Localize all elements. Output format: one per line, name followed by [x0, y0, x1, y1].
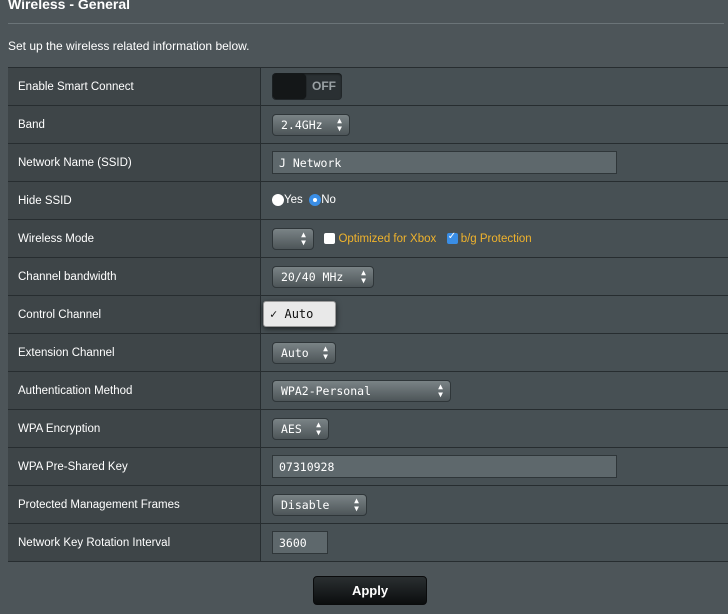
- checkmark-icon: ✓: [270, 307, 278, 321]
- updown-arrow-icon: ▲ ▼: [323, 343, 328, 361]
- extension-channel-value: Auto: [281, 345, 309, 360]
- extension-channel-select[interactable]: Auto ▲ ▼: [272, 341, 336, 364]
- auth-method-select[interactable]: WPA2-Personal ▲ ▼: [272, 379, 451, 402]
- ssid-input[interactable]: J Network: [272, 151, 617, 174]
- wpa-encryption-select[interactable]: AES ▲ ▼: [272, 417, 329, 440]
- wireless-mode-select[interactable]: ▲ ▼: [272, 227, 314, 250]
- label-auth-method: Authentication Method: [8, 371, 261, 410]
- row-smart-connect: Enable Smart Connect OFF: [8, 67, 728, 106]
- row-band: Band 2.4GHz ▲ ▼: [8, 105, 728, 144]
- key-rotation-input[interactable]: 3600: [272, 531, 328, 554]
- row-wpa-encryption: WPA Encryption AES ▲ ▼: [8, 409, 728, 448]
- row-auth-method: Authentication Method WPA2-Personal ▲ ▼: [8, 371, 728, 410]
- row-wireless-mode: Wireless Mode ▲▼ Optimized for Xbox b/g …: [8, 219, 728, 258]
- page-intro: Set up the wireless related information …: [8, 39, 250, 53]
- apply-button[interactable]: Apply: [313, 576, 427, 605]
- label-extension-channel: Extension Channel: [8, 333, 261, 372]
- label-pmf: Protected Management Frames: [8, 485, 261, 524]
- auth-method-value: WPA2-Personal: [281, 383, 372, 398]
- band-value: 2.4GHz: [281, 117, 323, 132]
- hide-ssid-no-label: No: [321, 194, 336, 207]
- label-hide-ssid: Hide SSID: [8, 181, 261, 220]
- updown-arrow-icon: ▲ ▼: [301, 229, 306, 247]
- control-channel-option-auto[interactable]: Auto: [284, 307, 313, 321]
- updown-arrow-icon: ▲ ▼: [337, 115, 342, 133]
- row-key-rotation: Network Key Rotation Interval 3600: [8, 523, 728, 562]
- xbox-label: Optimized for Xbox: [338, 232, 437, 245]
- band-select[interactable]: 2.4GHz ▲ ▼: [272, 113, 350, 136]
- label-channel-bandwidth: Channel bandwidth: [8, 257, 261, 296]
- toggle-state: OFF: [312, 79, 336, 93]
- toggle-knob: [273, 74, 306, 99]
- updown-arrow-icon: ▲ ▼: [316, 419, 321, 437]
- label-ssid: Network Name (SSID): [8, 143, 261, 182]
- row-pmf: Protected Management Frames Disable ▲ ▼: [8, 485, 728, 524]
- bg-protection-checkbox[interactable]: [446, 231, 458, 244]
- pmf-select[interactable]: Disable ▲ ▼: [272, 493, 367, 516]
- label-band: Band: [8, 105, 261, 144]
- row-wpa-key: WPA Pre-Shared Key 07310928: [8, 447, 728, 486]
- xbox-checkbox[interactable]: [324, 233, 336, 244]
- row-extension-channel: Extension Channel Auto ▲ ▼: [8, 333, 728, 372]
- control-channel-dropdown[interactable]: ✓ Auto: [263, 301, 336, 327]
- label-key-rotation: Network Key Rotation Interval: [8, 523, 261, 562]
- channel-bandwidth-value: 20/40 MHz: [281, 269, 344, 284]
- label-wireless-mode: Wireless Mode: [8, 219, 261, 258]
- channel-bandwidth-select[interactable]: 20/40 MHz ▲ ▼: [272, 265, 374, 288]
- row-hide-ssid: Hide SSID Yes No: [8, 181, 728, 220]
- settings-table: Enable Smart Connect OFF Band 2.4GHz ▲ ▼ …: [8, 67, 728, 562]
- value-smart-connect: OFF: [260, 67, 728, 106]
- label-smart-connect: Enable Smart Connect: [8, 67, 261, 106]
- smart-connect-toggle[interactable]: OFF: [272, 73, 342, 100]
- updown-arrow-icon: ▲ ▼: [354, 495, 359, 513]
- hide-ssid-yes-label: Yes: [284, 194, 303, 207]
- page-title: Wireless - General: [8, 0, 131, 12]
- hide-ssid-yes-radio[interactable]: [272, 194, 284, 207]
- pmf-value: Disable: [281, 497, 330, 512]
- hide-ssid-no-radio[interactable]: [309, 194, 322, 207]
- bg-protection-label: b/g Protection: [460, 232, 532, 245]
- updown-arrow-icon: ▲ ▼: [361, 267, 366, 285]
- row-control-channel: Control Channel ✓ Auto: [8, 295, 728, 334]
- wpa-encryption-value: AES: [281, 421, 302, 436]
- label-wpa-key: WPA Pre-Shared Key: [8, 447, 261, 486]
- updown-arrow-icon: ▲ ▼: [438, 381, 443, 399]
- title-divider: [8, 23, 724, 24]
- row-ssid: Network Name (SSID) J Network: [8, 143, 728, 182]
- row-channel-bandwidth: Channel bandwidth 20/40 MHz ▲ ▼: [8, 257, 728, 296]
- wpa-key-input[interactable]: 07310928: [272, 455, 617, 478]
- label-wpa-encryption: WPA Encryption: [8, 409, 261, 448]
- label-control-channel: Control Channel: [8, 295, 261, 334]
